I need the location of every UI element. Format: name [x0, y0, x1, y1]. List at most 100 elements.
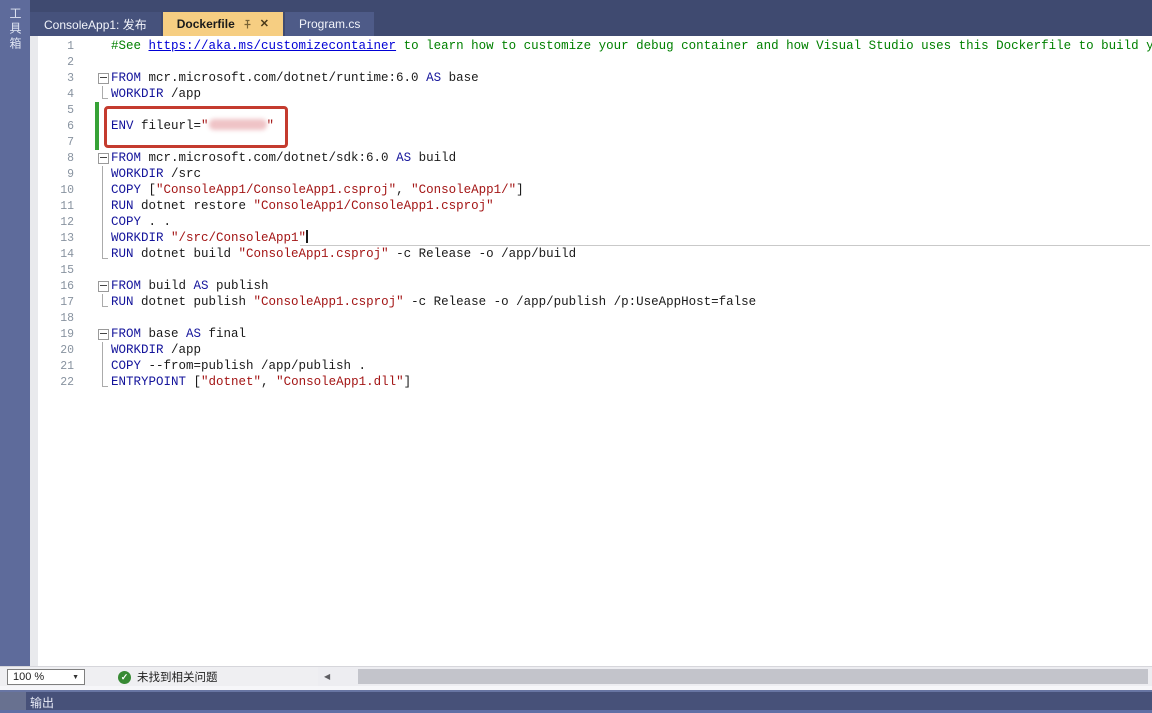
fold-margin	[94, 182, 111, 198]
line-number: 4	[38, 88, 74, 101]
fold-guide-line	[102, 342, 103, 358]
code-token: mcr.microsoft.com/dotnet/runtime:6.0	[141, 71, 426, 85]
line-number: 8	[38, 152, 74, 165]
code-token: [	[186, 375, 201, 389]
editor-indicator-margin[interactable]	[30, 36, 38, 666]
line-number: 5	[38, 104, 74, 117]
tab-program-cs[interactable]: Program.cs	[285, 12, 374, 36]
fold-collapse-icon[interactable]	[98, 329, 109, 340]
document-health-indicator[interactable]: ✓ 未找到相关问题	[118, 669, 218, 685]
current-line-indicator	[300, 245, 1150, 246]
code-text: COPY . .	[111, 214, 171, 230]
code-token: -c Release -o /app/build	[389, 247, 577, 261]
line-number: 14	[38, 248, 74, 261]
code-text: COPY ["ConsoleApp1/ConsoleApp1.csproj", …	[111, 182, 524, 198]
panel-resize-corner	[0, 692, 26, 710]
pin-icon[interactable]	[242, 19, 253, 30]
code-lines: 1#See https://aka.ms/customizecontainer …	[38, 36, 1152, 390]
code-text: RUN dotnet publish "ConsoleApp1.csproj" …	[111, 294, 756, 310]
output-panel[interactable]: 输出	[0, 690, 1152, 713]
line-number: 20	[38, 344, 74, 357]
code-line: 19FROM base AS final	[38, 326, 1152, 342]
zoom-level-value: 100 %	[8, 671, 72, 683]
change-tracking-bar	[95, 102, 99, 150]
fold-collapse-icon[interactable]	[98, 153, 109, 164]
fold-margin	[94, 86, 111, 102]
fold-margin	[94, 278, 111, 294]
close-icon[interactable]: ✕	[260, 19, 269, 30]
fold-margin	[94, 198, 111, 214]
fold-margin	[94, 246, 111, 262]
fold-guide-line	[102, 214, 103, 230]
line-number: 6	[38, 120, 74, 133]
code-text: WORKDIR /app	[111, 342, 201, 358]
code-text: WORKDIR "/src/ConsoleApp1"	[111, 230, 308, 246]
dropdown-arrow-icon: ▼	[72, 674, 84, 681]
line-number: 18	[38, 312, 74, 325]
code-token: . .	[141, 215, 171, 229]
line-number: 11	[38, 200, 74, 213]
line-number: 21	[38, 360, 74, 373]
code-editor[interactable]: 1#See https://aka.ms/customizecontainer …	[38, 36, 1152, 666]
code-token: COPY	[111, 359, 141, 373]
scroll-left-arrow-icon[interactable]: ◀	[324, 672, 330, 681]
code-line: 12COPY . .	[38, 214, 1152, 230]
code-token: "	[201, 119, 209, 133]
code-token: WORKDIR	[111, 87, 164, 101]
code-token: #See	[111, 39, 149, 53]
code-line: 10 COPY ["ConsoleApp1/ConsoleApp1.csproj"…	[38, 182, 1152, 198]
code-token: /src	[164, 167, 202, 181]
toolbox-vertical-tab[interactable]: 工具箱	[0, 0, 30, 666]
code-token: to learn how to customize your debug con…	[396, 39, 1152, 53]
code-token: /app	[164, 343, 202, 357]
zoom-level-dropdown[interactable]: 100 % ▼	[7, 669, 85, 685]
code-line: 15	[38, 262, 1152, 278]
code-token: "/src/ConsoleApp1"	[171, 231, 306, 245]
code-line: 5	[38, 102, 1152, 118]
fold-margin	[94, 310, 111, 326]
code-token: "ConsoleApp1/"	[411, 183, 516, 197]
code-line: 20 WORKDIR /app	[38, 342, 1152, 358]
horizontal-scrollbar[interactable]: ◀	[318, 667, 1152, 686]
comment-link[interactable]: https://aka.ms/customizecontainer	[149, 39, 397, 53]
code-line: 11RUN dotnet restore "ConsoleApp1/Consol…	[38, 198, 1152, 214]
code-token: dotnet build	[134, 247, 239, 261]
code-line: 6 ENV fileurl=""	[38, 118, 1152, 134]
code-line: 3FROM mcr.microsoft.com/dotnet/runtime:6…	[38, 70, 1152, 86]
line-number: 9	[38, 168, 74, 181]
line-number: 7	[38, 136, 74, 149]
code-text: ENTRYPOINT ["dotnet", "ConsoleApp1.dll"]	[111, 374, 411, 390]
health-status-text: 未找到相关问题	[137, 669, 218, 685]
line-number: 15	[38, 264, 74, 277]
code-token: build	[411, 151, 456, 165]
redacted-value	[209, 119, 267, 130]
fold-margin	[94, 374, 111, 390]
code-text: FROM build AS publish	[111, 278, 269, 294]
fold-margin	[94, 358, 111, 374]
fold-guide-end	[102, 246, 108, 259]
fold-collapse-icon[interactable]	[98, 281, 109, 292]
line-number: 2	[38, 56, 74, 69]
code-token: "dotnet"	[201, 375, 261, 389]
fold-guide-end	[102, 374, 108, 387]
code-token: ENTRYPOINT	[111, 375, 186, 389]
code-line: 7	[38, 134, 1152, 150]
code-token: "ConsoleApp1.csproj"	[239, 247, 389, 261]
fold-margin	[94, 214, 111, 230]
fold-margin	[94, 230, 111, 246]
line-number: 10	[38, 184, 74, 197]
code-line: 4WORKDIR /app	[38, 86, 1152, 102]
code-token: FROM	[111, 279, 141, 293]
line-number: 17	[38, 296, 74, 309]
code-text: #See https://aka.ms/customizecontainer t…	[111, 38, 1152, 54]
code-text: ENV fileurl=""	[111, 118, 274, 134]
toolbox-label: 工具箱	[7, 7, 24, 52]
health-check-icon: ✓	[118, 671, 131, 684]
tab-dockerfile[interactable]: Dockerfile ✕	[163, 12, 283, 36]
code-token: WORKDIR	[111, 231, 164, 245]
code-line: 17 RUN dotnet publish "ConsoleApp1.csproj…	[38, 294, 1152, 310]
scrollbar-thumb[interactable]	[358, 669, 1148, 684]
tab-consoleapp1-publish[interactable]: ConsoleApp1: 发布	[30, 12, 161, 36]
fold-collapse-icon[interactable]	[98, 73, 109, 84]
code-token: base	[141, 327, 186, 341]
